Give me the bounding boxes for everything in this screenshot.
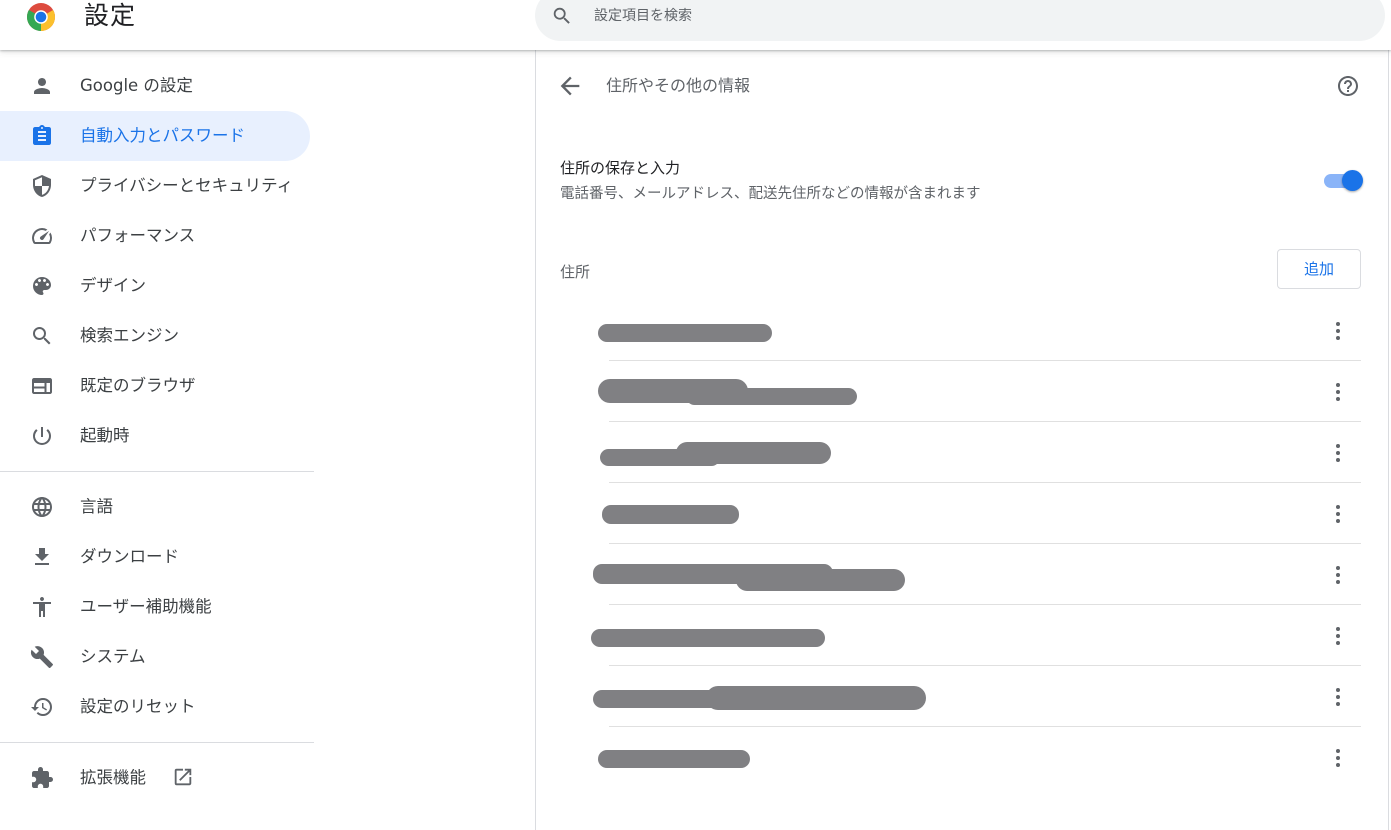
open-in-new-icon xyxy=(172,766,194,788)
puzzle-icon xyxy=(30,766,54,790)
sidebar-item-label: 自動入力とパスワード xyxy=(80,126,245,145)
page-title: 設定 xyxy=(84,1,137,30)
save-addresses-row: 住所の保存と入力 電話番号、メールアドレス、配送先住所などの情報が含まれます xyxy=(560,154,1363,214)
save-addresses-toggle[interactable] xyxy=(1322,170,1363,192)
address-row[interactable] xyxy=(536,483,1388,544)
sidebar-item-label: ダウンロード xyxy=(80,547,179,566)
subpage-title: 住所やその他の情報 xyxy=(606,76,751,95)
clipboard-icon xyxy=(30,124,54,148)
sidebar-item-label: 設定のリセット xyxy=(80,697,196,716)
add-address-button[interactable]: 追加 xyxy=(1277,249,1361,289)
address-row[interactable] xyxy=(536,544,1388,605)
help-icon[interactable] xyxy=(1336,74,1360,98)
sidebar-item-extensions[interactable]: 拡張機能 xyxy=(0,753,310,803)
sidebar-item-accessibility[interactable]: ユーザー補助機能 xyxy=(0,582,310,632)
address-row[interactable] xyxy=(536,300,1388,361)
settings-card: 住所やその他の情報 住所の保存と入力 電話番号、メールアドレス、配送先住所などの… xyxy=(535,50,1389,830)
more-vert-icon[interactable] xyxy=(1330,440,1346,466)
sidebar-item-default-browser[interactable]: 既定のブラウザ xyxy=(0,361,310,411)
sidebar-item-autofill[interactable]: 自動入力とパスワード xyxy=(0,111,310,161)
redacted-address xyxy=(598,324,772,342)
redacted-address xyxy=(591,629,825,647)
redacted-address xyxy=(676,442,831,464)
redacted-address xyxy=(736,569,905,591)
sidebar-item-label: デザイン xyxy=(80,276,146,295)
more-vert-icon[interactable] xyxy=(1330,562,1346,588)
sidebar-divider xyxy=(0,742,314,743)
search-box[interactable] xyxy=(535,0,1385,41)
sidebar-item-search-engine[interactable]: 検索エンジン xyxy=(0,311,310,361)
sidebar-item-label: パフォーマンス xyxy=(80,226,196,245)
more-vert-icon[interactable] xyxy=(1330,318,1346,344)
address-row[interactable] xyxy=(536,605,1388,666)
sidebar-item-appearance[interactable]: デザイン xyxy=(0,261,310,311)
more-vert-icon[interactable] xyxy=(1330,623,1346,649)
subpage-header: 住所やその他の情報 xyxy=(536,50,1388,122)
sidebar-divider xyxy=(0,471,314,472)
sidebar-item-google-settings[interactable]: Google の設定 xyxy=(0,61,310,111)
sidebar-item-label: システム xyxy=(80,647,146,666)
shield-icon xyxy=(30,174,54,198)
search-icon xyxy=(551,5,573,27)
sidebar-item-system[interactable]: システム xyxy=(0,632,310,682)
sidebar-item-label: 言語 xyxy=(80,497,113,516)
save-addresses-title: 住所の保存と入力 xyxy=(560,159,681,177)
toolbar: 設定 xyxy=(0,0,1391,50)
more-vert-icon[interactable] xyxy=(1330,501,1346,527)
redacted-address xyxy=(598,750,750,768)
sidebar-item-reset-settings[interactable]: 設定のリセット xyxy=(0,682,310,732)
sidebar-item-label: 拡張機能 xyxy=(80,768,146,787)
sidebar-item-performance[interactable]: パフォーマンス xyxy=(0,211,310,261)
sidebar-item-label: プライバシーとセキュリティ xyxy=(80,176,294,195)
sidebar-item-on-startup[interactable]: 起動時 xyxy=(0,411,310,461)
more-vert-icon[interactable] xyxy=(1330,745,1346,771)
save-addresses-description: 電話番号、メールアドレス、配送先住所などの情報が含まれます xyxy=(560,186,981,202)
sidebar-item-label: ユーザー補助機能 xyxy=(80,597,212,616)
restore-icon xyxy=(30,695,54,719)
address-row[interactable] xyxy=(536,666,1388,727)
address-row[interactable] xyxy=(536,361,1388,422)
sidebar-item-downloads[interactable]: ダウンロード xyxy=(0,532,310,582)
chrome-logo-icon xyxy=(25,1,57,33)
redacted-address xyxy=(602,505,739,524)
sidebar-item-label: Google の設定 xyxy=(80,76,193,95)
addresses-section-label: 住所 xyxy=(560,263,591,281)
sidebar-item-languages[interactable]: 言語 xyxy=(0,482,310,532)
more-vert-icon[interactable] xyxy=(1330,379,1346,405)
search-input[interactable] xyxy=(592,3,1296,29)
sidebar-item-label: 既定のブラウザ xyxy=(80,376,196,395)
toggle-knob xyxy=(1342,170,1363,191)
address-row[interactable] xyxy=(536,422,1388,483)
globe-icon xyxy=(30,495,54,519)
person-icon xyxy=(30,74,54,98)
more-vert-icon[interactable] xyxy=(1330,684,1346,710)
address-row[interactable] xyxy=(536,727,1388,788)
redacted-address xyxy=(706,686,926,710)
sidebar-item-label: 検索エンジン xyxy=(80,326,179,345)
browser-window-icon xyxy=(30,374,54,398)
sidebar-item-label: 起動時 xyxy=(80,426,130,445)
redacted-address xyxy=(686,388,857,405)
palette-icon xyxy=(30,274,54,298)
wrench-icon xyxy=(30,645,54,669)
search-icon xyxy=(30,324,54,348)
sidebar-nav: Google の設定 自動入力とパスワード プライバシーとセキュリティ パフォー… xyxy=(0,50,320,811)
speedometer-icon xyxy=(30,224,54,248)
accessibility-icon xyxy=(30,595,54,619)
sidebar-item-privacy[interactable]: プライバシーとセキュリティ xyxy=(0,161,310,211)
download-icon xyxy=(30,545,54,569)
power-icon xyxy=(30,424,54,448)
back-arrow-icon[interactable] xyxy=(556,72,584,100)
